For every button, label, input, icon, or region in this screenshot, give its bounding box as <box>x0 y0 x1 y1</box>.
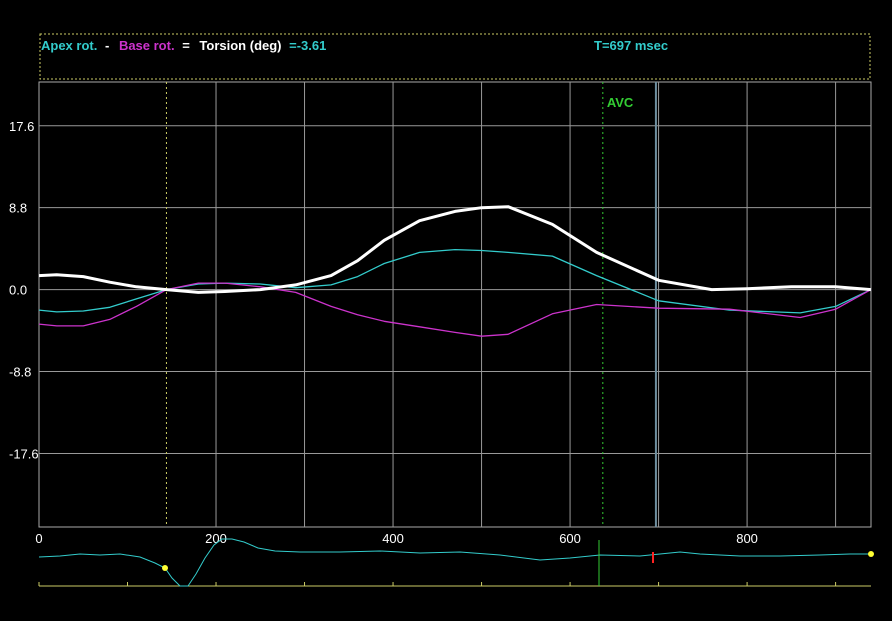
x-tick-label: 800 <box>736 531 758 546</box>
legend-base-label: Base rot. <box>119 38 175 53</box>
ecg-end-marker <box>868 551 874 557</box>
avc-label: AVC <box>607 95 634 110</box>
legend-torsion-value: =-3.61 <box>289 38 326 53</box>
legend-minus-sign: - <box>105 38 109 53</box>
time-readout: T=697 msec <box>594 38 668 53</box>
y-tick-label: -8.8 <box>9 365 31 380</box>
y-tick-label: 8.8 <box>9 201 27 216</box>
y-tick-label: 0.0 <box>9 283 27 298</box>
legend-apex-label: Apex rot. <box>41 38 97 53</box>
svg-text:Apex rot. - Base rot.: Apex rot. - Base rot. = Torsion (deg) =-… <box>41 38 326 53</box>
x-tick-label: 0 <box>35 531 42 546</box>
y-tick-label: -17.6 <box>9 446 39 461</box>
torsion-chart: Apex rot. - Base rot. = Torsion (deg) =-… <box>0 0 892 621</box>
y-tick-label: 17.6 <box>9 119 34 134</box>
chart-background <box>0 0 892 621</box>
ecg-start-marker <box>162 565 168 571</box>
x-tick-label: 600 <box>559 531 581 546</box>
x-tick-label: 400 <box>382 531 404 546</box>
legend-torsion-label: Torsion (deg) <box>199 38 281 53</box>
legend-equals-sign: = <box>182 38 190 53</box>
